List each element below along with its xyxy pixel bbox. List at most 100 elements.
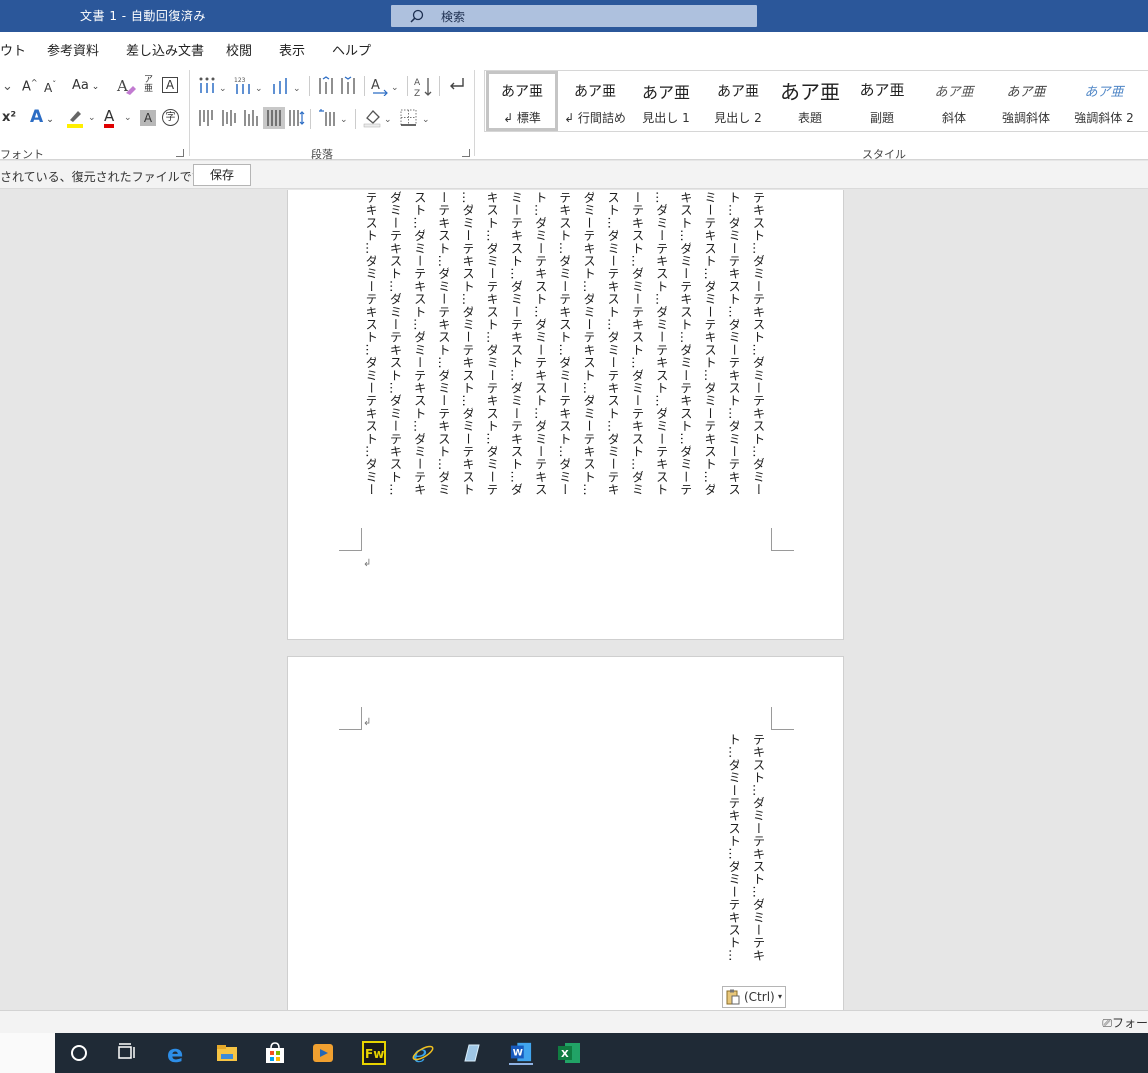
paragraph-row-separator [439, 76, 440, 96]
chevron-down-icon: ▾ [778, 992, 783, 1001]
text-column: ト…ダミーテキスト…ダミーテキスト… [726, 733, 740, 962]
align-top-icon[interactable] [198, 109, 216, 127]
increase-indent-icon[interactable] [340, 76, 358, 96]
svg-text:⌄: ⌄ [391, 83, 399, 93]
text-direction-icon[interactable]: A ⌄ [371, 76, 401, 96]
focus-label: フォー [1111, 1016, 1148, 1030]
style-name: 見出し 1 [642, 111, 690, 125]
focus-icon: ⎚ [1102, 1016, 1112, 1030]
change-case-button[interactable]: Aa ⌄ [72, 79, 99, 92]
tab-references[interactable]: 参考資料 [47, 40, 99, 59]
style-intense-emphasis[interactable]: あア亜 強調斜体 [990, 71, 1062, 131]
media-player-icon[interactable] [311, 1041, 335, 1065]
char-shading-icon[interactable]: A [140, 110, 156, 126]
bullets-icon[interactable]: ⌄ [198, 76, 228, 96]
style-preview: あア亜 [780, 80, 840, 104]
text-column: ト…ダミーテキスト…ダミーテキスト…ダミーテキス [726, 191, 740, 496]
tab-layout[interactable]: ウト [0, 40, 26, 59]
page-1[interactable]: テキスト…ダミーテキスト…ダミーテキスト…ダミー ト…ダミーテキスト…ダミーテキス… [287, 190, 844, 640]
style-name: ↲ 標準 [503, 111, 541, 125]
focus-mode-button[interactable]: ⎚フォー [1102, 1014, 1148, 1031]
distributed-icon[interactable] [288, 109, 306, 127]
line-spacing-icon[interactable]: ⌄ [318, 109, 348, 127]
font-dialog-launcher[interactable] [176, 149, 184, 157]
borders-icon[interactable]: ⌄ [399, 108, 431, 128]
edge-icon[interactable]: e [165, 1041, 189, 1065]
paste-options-label: (Ctrl) [744, 990, 775, 1004]
align-center-vertical-icon[interactable] [221, 109, 239, 127]
task-view-icon[interactable] [115, 1041, 139, 1065]
char-border-button[interactable]: A [162, 77, 178, 93]
style-intense-emphasis-2[interactable]: あア亜 強調斜体 2 [1062, 71, 1146, 131]
text-effects-icon[interactable]: A ⌄ [30, 109, 54, 126]
enclose-characters-icon[interactable]: 字 [162, 109, 179, 126]
pen-app-icon[interactable] [459, 1041, 483, 1065]
taskbar-search-area[interactable] [0, 1033, 55, 1073]
search-icon [410, 9, 424, 23]
font-group-label: フォント [0, 148, 44, 161]
grow-font-button[interactable]: A^ [22, 79, 38, 94]
crop-mark [339, 528, 362, 551]
crop-mark [339, 707, 362, 730]
clear-formatting-icon[interactable]: A [116, 76, 136, 96]
sort-icon[interactable]: A Z [414, 76, 434, 98]
paragraph-mark: ↲ [363, 717, 372, 728]
phonetic-guide-icon[interactable]: ア亜 [144, 76, 153, 94]
highlight-dropdown-icon[interactable]: ⌄ [88, 114, 96, 123]
style-heading-2[interactable]: あア亜 見出し 2 [702, 71, 774, 131]
recovered-file-infobar: されている、復元されたファイルです。 保存 [0, 161, 1148, 189]
svg-text:⌄: ⌄ [422, 115, 430, 125]
numbering-icon[interactable]: 123 ⌄ [234, 76, 264, 96]
save-button[interactable]: 保存 [193, 164, 251, 186]
search-box[interactable]: 検索 [391, 5, 757, 27]
word-icon[interactable]: W [509, 1041, 533, 1065]
svg-text:e: e [413, 1041, 427, 1065]
superscript-label: x² [2, 110, 17, 125]
shrink-font-button[interactable]: Aˇ [44, 81, 56, 95]
font-size-dropdown-icon[interactable]: ⌄ [2, 80, 13, 93]
file-explorer-icon[interactable] [215, 1041, 239, 1065]
paragraph-dialog-launcher[interactable] [462, 149, 470, 157]
tab-view[interactable]: 表示 [279, 40, 305, 59]
svg-text:⌄: ⌄ [219, 84, 227, 94]
show-formatting-marks-icon[interactable] [447, 76, 467, 96]
superscript-button[interactable]: x² [2, 111, 16, 124]
style-heading-1[interactable]: あア亜 見出し 1 [630, 71, 702, 131]
tab-review[interactable]: 校閲 [226, 40, 252, 59]
align-bottom-icon[interactable] [243, 109, 261, 127]
paragraph-row-separator [355, 109, 356, 129]
cortana-icon[interactable] [67, 1041, 91, 1065]
store-icon[interactable] [263, 1041, 287, 1065]
svg-text:Fw: Fw [365, 1047, 384, 1061]
group-separator [474, 70, 475, 156]
svg-text:A: A [414, 78, 421, 88]
paragraph-row-separator [309, 76, 310, 96]
windows-taskbar: e Fw e W X [0, 1033, 1148, 1073]
highlight-icon[interactable] [66, 108, 86, 128]
style-no-spacing[interactable]: あア亜 ↲ 行間詰め [559, 71, 631, 131]
justify-icon[interactable] [263, 107, 285, 129]
page-2[interactable]: ↲ テキスト…ダミーテキスト…ダミーテキ ト…ダミーテキスト…ダミーテキスト… [287, 656, 844, 1010]
fireworks-icon[interactable]: Fw [362, 1041, 386, 1065]
style-preview: あア亜 [1006, 85, 1046, 100]
paragraph-row-separator [407, 76, 408, 96]
font-color-dropdown-icon[interactable]: ⌄ [124, 114, 132, 123]
font-color-icon[interactable]: A [104, 108, 115, 128]
style-normal[interactable]: あア亜 ↲ 標準 [486, 71, 558, 131]
paste-options-button[interactable]: (Ctrl) ▾ [722, 986, 786, 1008]
decrease-indent-icon[interactable] [318, 76, 336, 96]
internet-explorer-icon[interactable]: e [411, 1041, 435, 1065]
shading-icon[interactable]: ⌄ [363, 108, 393, 128]
svg-text:⌄: ⌄ [255, 84, 263, 94]
excel-icon[interactable]: X [557, 1041, 581, 1065]
svg-text:Z: Z [414, 89, 420, 98]
tab-mailings[interactable]: 差し込み文書 [126, 40, 204, 59]
style-subtitle[interactable]: あア亜 副題 [846, 71, 918, 131]
tab-help[interactable]: ヘルプ [332, 40, 371, 59]
text-column: キスト…ダミーテキスト…ダミーテキスト…ダミーテ [678, 191, 691, 496]
document-canvas[interactable]: テキスト…ダミーテキスト…ダミーテキスト…ダミー ト…ダミーテキスト…ダミーテキス… [0, 190, 1148, 1010]
window-title: 文書 1 - 自動回復済み [80, 9, 206, 23]
style-title[interactable]: あア亜 表題 [774, 71, 846, 131]
multilevel-list-icon[interactable]: ⌄ [270, 76, 302, 96]
style-emphasis[interactable]: あア亜 斜体 [918, 71, 990, 131]
